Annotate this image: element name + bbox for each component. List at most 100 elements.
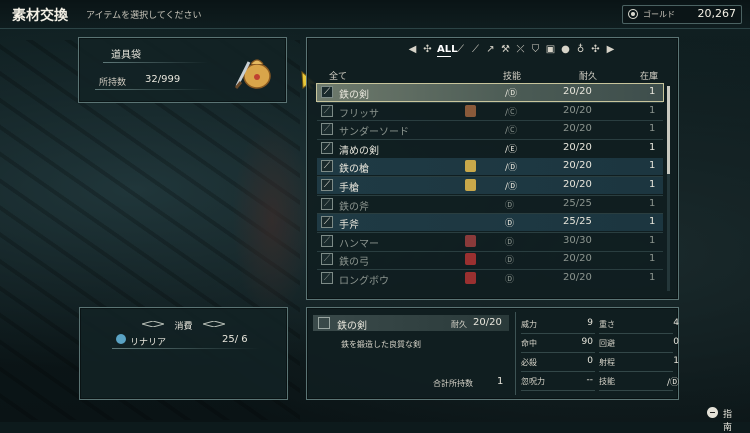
arrow-left-icon[interactable]: ◀ (407, 43, 418, 56)
stat-divider (521, 371, 595, 372)
character-portrait-icon (465, 179, 476, 191)
item-durability: 25/25 (563, 197, 592, 209)
shield-icon[interactable]: ⛉ (530, 43, 541, 56)
item-row[interactable]: ⟋ ロングボウ Ⓓ 20/20 1 (317, 270, 663, 287)
item-durability: 20/20 (563, 253, 592, 265)
stat-label: 射程 (599, 358, 615, 367)
item-type-icon: ⟋ (321, 179, 333, 191)
consume-item-name: リナリア (130, 338, 167, 348)
item-name: 手槍 (339, 183, 359, 194)
tab-all[interactable]: ALL (437, 43, 457, 57)
bag-icon[interactable]: ● (560, 43, 571, 56)
axe-icon[interactable]: ⚒ (500, 43, 511, 56)
stat-label: 威力 (521, 320, 537, 329)
column-header-name: 全て (329, 72, 348, 82)
gold-value: 20,267 (697, 7, 737, 20)
item-skill: /Ⓓ (505, 182, 518, 192)
item-name: フリッサ (339, 108, 379, 120)
item-stock: 1 (649, 179, 656, 190)
item-type-icon: ⟋ (321, 160, 333, 173)
item-row[interactable]: ⟋ 鉄の弓 Ⓓ 20/20 1 (317, 251, 663, 268)
item-row[interactable]: ⟋ フリッサ /Ⓒ 20/20 1 (317, 103, 663, 120)
detail-description: 鉄を鍛造した良質な剣 (341, 340, 421, 349)
item-skill: Ⓓ (505, 275, 515, 285)
item-name: ロングボウ (339, 276, 389, 287)
stat-divider (521, 390, 595, 391)
scrollbar-thumb[interactable] (667, 86, 670, 174)
gear-cluster-icon: ✣ (591, 44, 600, 55)
item-type-icon: ⟋ (321, 234, 333, 247)
item-row[interactable]: ⟋ 鉄の槍 /Ⓓ 20/20 1 (317, 158, 663, 176)
column-header-durability: 耐久 (579, 72, 598, 82)
item-durability: 20/20 (563, 141, 592, 153)
item-type-icon: ⟋ (321, 86, 333, 98)
consume-item-qty: 25/ 6 (222, 334, 248, 345)
armor-icon[interactable]: ▣ (545, 43, 556, 56)
consume-title: 消費 (174, 322, 193, 332)
item-list-panel: ◀ ✣ ALL ⟋ ⟋ ↗ ⚒ ⤫ ⛉ ▣ ● ♁ ✣ ▶ 全て 技能 耐久 在… (306, 37, 679, 300)
stat-value: 0 (673, 337, 679, 347)
arrow-right-icon[interactable]: ▶ (605, 43, 616, 56)
stat-divider (599, 371, 673, 372)
item-skill: /Ⓒ (505, 126, 518, 137)
scrollbar[interactable] (667, 86, 670, 291)
sword-icon[interactable]: ⟋ (455, 43, 466, 56)
item-type-icon: ⟋ (321, 197, 333, 210)
ornament-icon (203, 321, 225, 327)
item-row[interactable]: ⟋ 手斧 Ⓓ 25/25 1 (317, 214, 663, 232)
item-row[interactable]: ⟋ 鉄の斧 Ⓓ 25/25 1 (317, 196, 663, 213)
item-skill: /Ⓔ (505, 144, 518, 155)
screen-title: 素材交換 (12, 8, 68, 24)
gear-cluster-icon: ✣ (423, 44, 432, 55)
stat-value: 90 (581, 337, 593, 347)
total-owned-value: 1 (497, 376, 504, 387)
bow-icon[interactable]: ⤫ (515, 43, 526, 56)
stat-divider (599, 333, 673, 334)
item-stock: 1 (649, 141, 656, 153)
item-durability: 30/30 (563, 234, 592, 246)
item-skill: Ⓓ (505, 256, 515, 267)
item-stock: 1 (649, 216, 656, 228)
gold-coin-icon (628, 9, 638, 19)
divider (515, 312, 516, 395)
minus-button-icon (707, 407, 718, 418)
bag-panel: 道具袋 所持数 32/999 (78, 37, 287, 103)
lance-icon[interactable]: ⟋ (470, 43, 481, 56)
character-portrait-icon (465, 234, 476, 247)
item-skill: /Ⓓ (505, 89, 518, 99)
item-stock: 1 (649, 86, 656, 97)
item-name: 鉄の斧 (339, 201, 369, 213)
item-skill: /Ⓒ (505, 107, 518, 118)
item-stock: 1 (649, 160, 656, 172)
stat-divider (521, 333, 595, 334)
detail-durability-label: 耐久 (451, 320, 467, 329)
potion-icon[interactable]: ♁ (575, 43, 586, 56)
item-name: 鉄の槍 (339, 164, 369, 176)
item-durability: 20/20 (563, 272, 592, 283)
bag-count-label: 所持数 (99, 78, 127, 88)
character-portrait-icon (465, 272, 476, 284)
gold-display: ゴールド 20,267 (622, 5, 742, 24)
spear-icon[interactable]: ↗ (485, 43, 496, 56)
top-bar: 素材交換 アイテムを選択してください ゴールド 20,267 (0, 0, 750, 29)
stat-value: -- (586, 375, 594, 385)
flower-material-icon (116, 334, 126, 344)
item-stock: 1 (649, 197, 656, 209)
item-type-icon: ⟋ (321, 141, 333, 154)
item-row[interactable]: ⟋ サンダーソード /Ⓒ 20/20 1 (317, 121, 663, 138)
stat-value: /Ⓓ (666, 378, 679, 388)
item-skill: Ⓓ (505, 237, 515, 248)
item-row[interactable]: ⟋ 清めの剣 /Ⓔ 20/20 1 (317, 140, 663, 157)
item-row[interactable]: ⟋ 鉄の剣 /Ⓓ 20/20 1 (316, 83, 664, 102)
background-character (232, 120, 312, 320)
item-row[interactable]: ⟋ 手槍 /Ⓓ 20/20 1 (317, 177, 663, 194)
item-row[interactable]: ⟋ ハンマー Ⓓ 30/30 1 (317, 233, 663, 250)
item-durability: 25/25 (563, 216, 592, 228)
screen-instruction: アイテムを選択してください (86, 11, 202, 21)
stat-divider (521, 352, 595, 353)
character-portrait-icon (465, 104, 476, 117)
item-stock: 1 (649, 234, 656, 246)
item-durability: 20/20 (563, 86, 592, 97)
detail-item-name: 鉄の剣 (337, 321, 367, 332)
stat-label: 命中 (521, 339, 537, 348)
